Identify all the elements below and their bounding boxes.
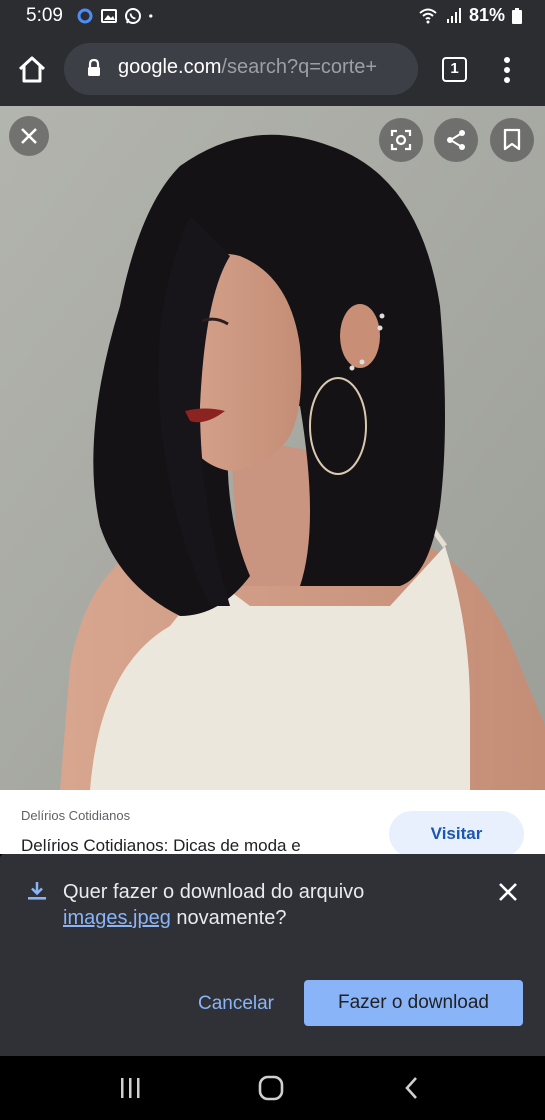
cancel-button[interactable]: Cancelar xyxy=(186,986,286,1022)
home-nav-icon[interactable] xyxy=(258,1075,284,1101)
home-icon[interactable] xyxy=(16,54,48,86)
download-message-suffix: novamente? xyxy=(171,907,287,929)
dot-icon xyxy=(148,7,158,25)
close-viewer-button[interactable] xyxy=(9,116,49,156)
file-name-link[interactable]: images.jpeg xyxy=(63,907,171,929)
download-message-text: Quer fazer o download do arquivo xyxy=(63,881,364,903)
battery-percentage: 81% xyxy=(469,5,505,26)
back-icon[interactable] xyxy=(402,1076,422,1100)
url-path: /search?q=corte+ xyxy=(221,56,377,78)
wifi-icon xyxy=(417,7,439,25)
image-icon xyxy=(100,7,118,25)
lens-icon xyxy=(389,128,413,152)
visit-button[interactable]: Visitar xyxy=(389,811,524,854)
download-icon xyxy=(26,880,48,902)
source-name: Delírios Cotidianos xyxy=(21,808,130,823)
share-icon xyxy=(444,128,468,152)
download-message: Quer fazer o download do arquivo images.… xyxy=(63,879,443,931)
data-saver-icon xyxy=(76,7,94,25)
navigation-bar xyxy=(0,1056,545,1120)
status-bar: 5:09 81% xyxy=(0,0,545,34)
save-button[interactable] xyxy=(490,118,534,162)
signal-icon xyxy=(445,7,463,25)
download-button[interactable]: Fazer o download xyxy=(304,980,523,1026)
result-card[interactable]: Delírios Cotidianos Delírios Cotidianos:… xyxy=(0,790,545,854)
tab-switcher-button[interactable]: 1 xyxy=(442,57,467,82)
more-options-icon[interactable] xyxy=(496,54,518,86)
result-photo xyxy=(0,106,545,790)
close-icon[interactable] xyxy=(496,880,520,904)
url-text[interactable]: google.com/search?q=corte+ xyxy=(118,56,408,79)
battery-icon xyxy=(511,7,523,25)
whatsapp-icon xyxy=(124,7,142,25)
result-title[interactable]: Delírios Cotidianos: Dicas de moda e xyxy=(21,836,301,854)
image-viewer[interactable] xyxy=(0,106,545,790)
close-icon xyxy=(20,127,38,145)
url-host: google.com xyxy=(118,56,221,78)
status-time: 5:09 xyxy=(26,5,63,27)
address-bar[interactable]: google.com/search?q=corte+ xyxy=(64,43,418,95)
browser-toolbar: google.com/search?q=corte+ 1 xyxy=(0,34,545,106)
recent-apps-icon[interactable] xyxy=(118,1076,142,1100)
share-button[interactable] xyxy=(434,118,478,162)
download-prompt: Quer fazer o download do arquivo images.… xyxy=(0,854,545,1056)
bookmark-icon xyxy=(502,128,522,152)
lock-icon xyxy=(86,58,102,78)
lens-search-button[interactable] xyxy=(379,118,423,162)
